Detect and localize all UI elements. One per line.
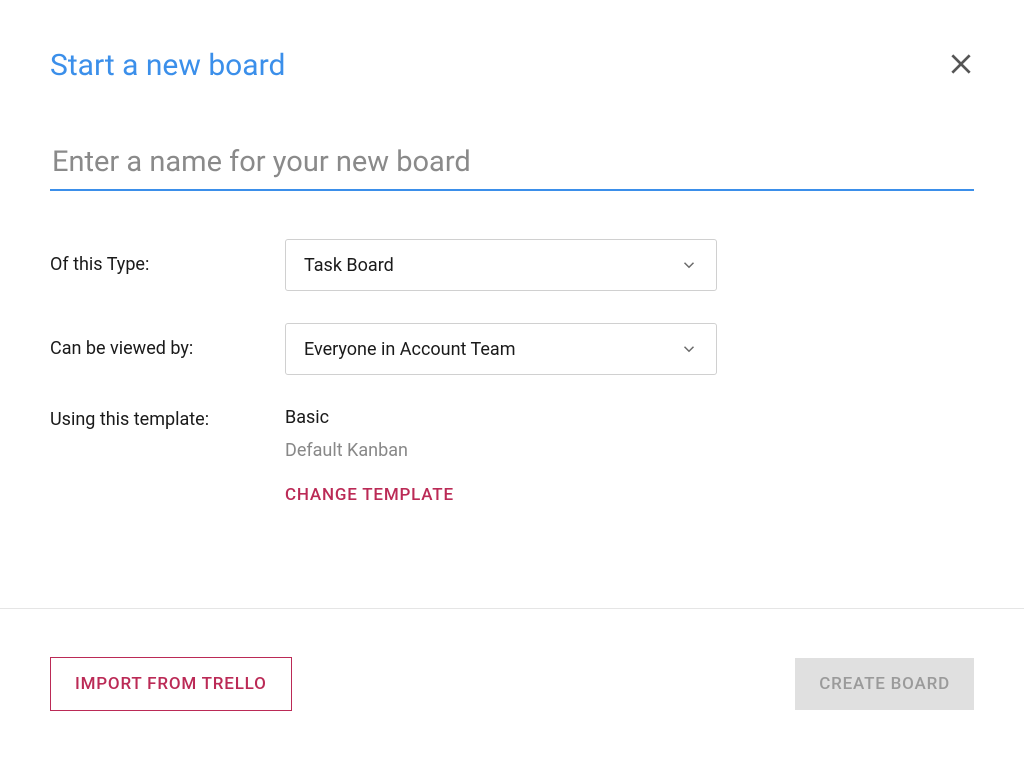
import-from-trello-button[interactable]: IMPORT FROM TRELLO bbox=[50, 657, 292, 711]
template-label: Using this template: bbox=[50, 407, 265, 432]
type-select[interactable]: Task Board bbox=[285, 239, 717, 291]
type-select-value: Task Board bbox=[304, 255, 394, 276]
type-row: Of this Type: Task Board bbox=[50, 239, 974, 291]
chevron-down-icon bbox=[680, 340, 698, 358]
template-name: Basic bbox=[285, 407, 454, 428]
board-name-input[interactable] bbox=[50, 139, 974, 191]
chevron-down-icon bbox=[680, 256, 698, 274]
visibility-select-value: Everyone in Account Team bbox=[304, 339, 516, 360]
close-icon bbox=[948, 51, 974, 81]
type-label: Of this Type: bbox=[50, 252, 265, 277]
template-description: Default Kanban bbox=[285, 440, 454, 461]
template-row: Using this template: Basic Default Kanba… bbox=[50, 407, 974, 505]
dialog-header: Start a new board bbox=[50, 48, 974, 83]
dialog-title: Start a new board bbox=[50, 48, 285, 83]
visibility-label: Can be viewed by: bbox=[50, 336, 265, 361]
dialog-footer: IMPORT FROM TRELLO CREATE BOARD bbox=[0, 608, 1024, 759]
close-button[interactable] bbox=[948, 51, 974, 81]
create-board-button[interactable]: CREATE BOARD bbox=[795, 658, 974, 710]
change-template-button[interactable]: CHANGE TEMPLATE bbox=[285, 485, 454, 505]
board-name-field bbox=[50, 139, 974, 191]
visibility-select[interactable]: Everyone in Account Team bbox=[285, 323, 717, 375]
new-board-dialog: Start a new board Of this Type: Task Boa… bbox=[0, 0, 1024, 505]
visibility-row: Can be viewed by: Everyone in Account Te… bbox=[50, 323, 974, 375]
